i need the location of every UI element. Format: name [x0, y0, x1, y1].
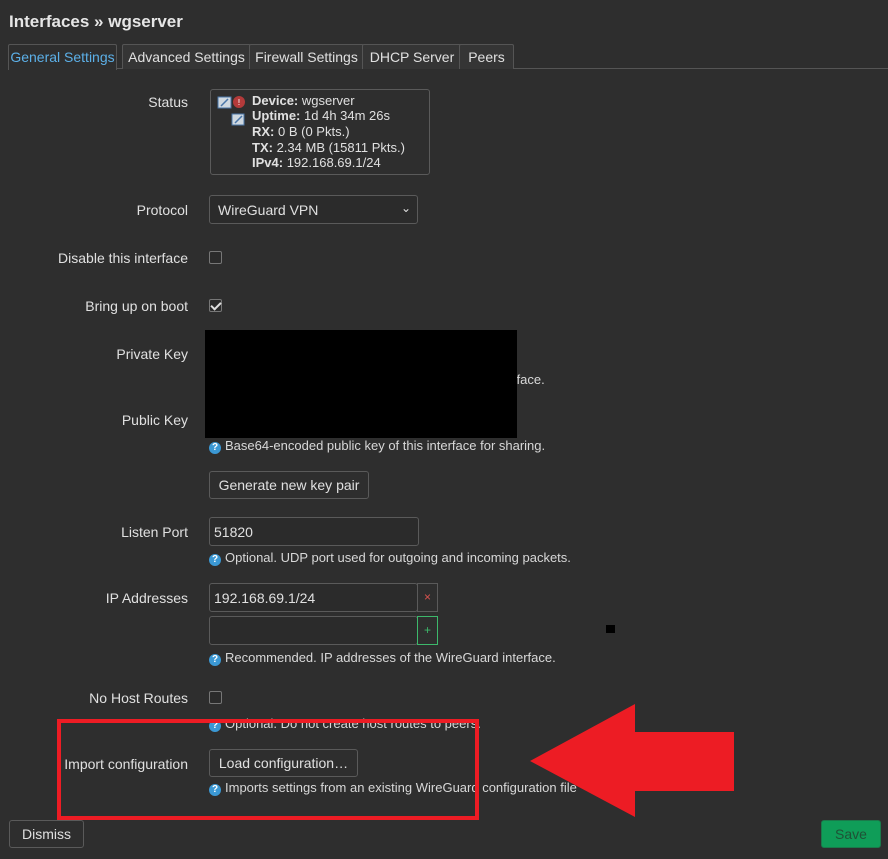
tab-general-settings[interactable]: General Settings [8, 44, 117, 70]
help-icon: ? [209, 442, 221, 454]
page-title: Interfaces » wgserver [9, 12, 183, 31]
tab-bar: General Settings Advanced Settings Firew… [8, 44, 888, 70]
redaction-block [205, 330, 517, 438]
ip-addresses-label: IP Addresses [105, 590, 188, 606]
remove-ip-button[interactable]: × [417, 583, 438, 612]
network-interface-icon: ! [217, 96, 245, 126]
save-button[interactable]: Save [821, 820, 881, 848]
status-label: Status [148, 94, 188, 110]
listen-port-input[interactable]: 51820 [209, 517, 419, 546]
public-key-hint: ? Base64-encoded public key of this inter… [209, 438, 545, 454]
bring-up-on-boot-label: Bring up on boot [85, 298, 188, 314]
tab-dhcp-server[interactable]: DHCP Server [362, 44, 462, 69]
help-icon: ? [209, 654, 221, 666]
protocol-select[interactable]: WireGuard VPN ⌄ [209, 195, 418, 224]
listen-port-hint: ? Optional. UDP port used for outgoing an… [209, 550, 571, 566]
no-host-routes-label: No Host Routes [89, 690, 188, 706]
no-host-routes-checkbox[interactable] [209, 691, 222, 704]
bring-up-on-boot-checkbox[interactable] [209, 299, 222, 312]
generate-key-pair-button[interactable]: Generate new key pair [209, 471, 369, 499]
tab-firewall-settings[interactable]: Firewall Settings [249, 44, 364, 69]
public-key-label: Public Key [121, 412, 188, 428]
private-key-label: Private Key [116, 346, 188, 362]
tab-peers[interactable]: Peers [459, 44, 514, 69]
cursor-artifact [606, 625, 615, 633]
disable-interface-checkbox[interactable] [209, 251, 222, 264]
dismiss-button[interactable]: Dismiss [9, 820, 84, 848]
chevron-down-icon: ⌄ [400, 201, 411, 215]
new-ip-address-input[interactable] [209, 616, 418, 645]
help-icon: ? [209, 554, 221, 566]
status-box: ! Device: wgserver Uptime: 1d 4h 34m 26s… [210, 89, 430, 175]
listen-port-label: Listen Port [121, 524, 188, 540]
add-ip-button[interactable]: + [417, 616, 438, 645]
annotation-highlight-box [57, 719, 479, 820]
annotation-arrow-icon [530, 704, 734, 817]
tab-advanced-settings[interactable]: Advanced Settings [122, 44, 251, 69]
protocol-label: Protocol [136, 202, 188, 218]
ip-addresses-hint: ? Recommended. IP addresses of the WireGu… [209, 650, 556, 666]
svg-text:!: ! [237, 98, 240, 107]
disable-interface-label: Disable this interface [58, 250, 188, 266]
ip-address-input[interactable]: 192.168.69.1/24 [209, 583, 418, 612]
